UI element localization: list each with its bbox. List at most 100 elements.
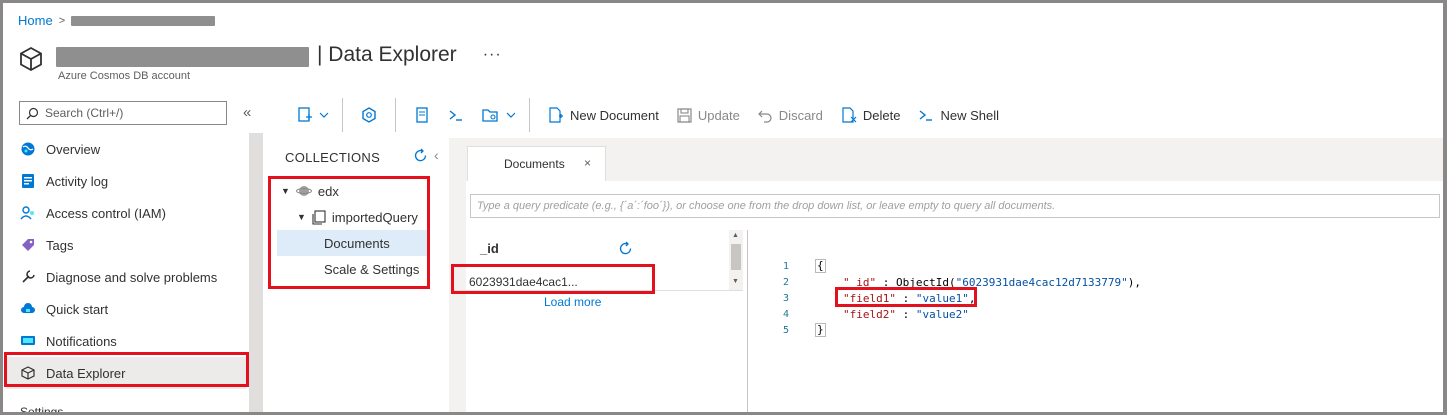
collection-label: importedQuery bbox=[331, 209, 418, 225]
database-label: edx bbox=[317, 183, 339, 199]
window-frame: Home > | Data Explorer ··· Azure Cosmos … bbox=[0, 0, 1447, 415]
settings-dropdown[interactable] bbox=[473, 100, 525, 130]
new-shell-label: New Shell bbox=[940, 107, 999, 123]
editor-splitter[interactable] bbox=[747, 230, 748, 412]
scroll-thumb[interactable] bbox=[731, 244, 741, 270]
document-row[interactable]: 6023931dae4cac1... bbox=[455, 273, 731, 291]
chevron-down-icon bbox=[506, 112, 516, 118]
code-line: 3 "field1" : "value1" , bbox=[773, 290, 1423, 306]
tag-icon bbox=[20, 237, 36, 253]
nav-search-input[interactable]: Search (Ctrl+/) bbox=[19, 101, 227, 125]
load-more-link[interactable]: Load more bbox=[544, 295, 601, 309]
toolbar-divider bbox=[342, 98, 343, 132]
code-value-field1: "value1" bbox=[915, 291, 969, 305]
breadcrumb-home-link[interactable]: Home bbox=[18, 13, 53, 28]
sidebar-item-label: Tags bbox=[46, 237, 74, 253]
new-shell-button[interactable]: New Shell bbox=[909, 100, 1008, 130]
code-close-brace: } bbox=[815, 323, 826, 337]
toolbar-divider bbox=[529, 98, 530, 132]
row-divider bbox=[451, 290, 743, 291]
nav-section-settings: Settings bbox=[20, 405, 64, 415]
collections-header: COLLECTIONS bbox=[285, 150, 381, 165]
new-container-icon bbox=[298, 107, 312, 122]
collapse-collections-button[interactable]: ‹ bbox=[434, 147, 439, 163]
sidebar-item-label: Access control (IAM) bbox=[46, 205, 166, 221]
delete-button[interactable]: Delete bbox=[832, 100, 910, 130]
notebook-icon bbox=[416, 107, 428, 123]
new-collection-dropdown[interactable] bbox=[265, 100, 338, 130]
line-number: 3 bbox=[782, 292, 789, 304]
code-separator: : bbox=[895, 307, 916, 321]
nav-scrollbar[interactable] bbox=[249, 133, 263, 412]
line-number: 2 bbox=[782, 276, 789, 288]
sidebar-item-overview[interactable]: Overview bbox=[6, 133, 246, 165]
new-document-icon bbox=[549, 106, 563, 123]
breadcrumb-redacted-account[interactable] bbox=[71, 15, 216, 26]
documents-scrollbar[interactable]: ▲ ▼ bbox=[729, 230, 743, 290]
sidebar-item-label: Data Explorer bbox=[46, 365, 126, 381]
page-header: | Data Explorer ··· bbox=[18, 43, 502, 72]
code-key-field1: "field1" bbox=[843, 291, 896, 305]
sidebar-item-access-control[interactable]: Access control (IAM) bbox=[6, 197, 246, 229]
code-line: 5 } bbox=[773, 322, 1423, 338]
tree-item-scale-settings[interactable]: Scale & Settings bbox=[277, 256, 427, 282]
hexagon-icon bbox=[362, 107, 376, 123]
more-options-button[interactable]: ··· bbox=[483, 46, 502, 64]
search-icon bbox=[26, 107, 39, 119]
wrench-icon bbox=[20, 269, 36, 285]
sidebar-item-label: Overview bbox=[46, 141, 101, 157]
line-number: 5 bbox=[782, 324, 789, 336]
sidebar-item-label: Quick start bbox=[46, 301, 109, 317]
terminal-icon bbox=[449, 110, 462, 121]
breadcrumb-separator: > bbox=[58, 14, 66, 27]
globe-icon bbox=[20, 141, 36, 157]
new-document-button[interactable]: New Document bbox=[534, 100, 668, 130]
tree-collection-importedquery[interactable]: ▼ importedQuery bbox=[277, 204, 427, 230]
new-document-label: New Document bbox=[570, 107, 659, 123]
toolbar-divider bbox=[395, 98, 396, 132]
sidebar-item-data-explorer[interactable]: Data Explorer bbox=[6, 357, 246, 389]
sidebar-item-label: Activity log bbox=[46, 173, 109, 189]
code-key-id: "_id" bbox=[843, 275, 877, 289]
chevron-down-icon bbox=[319, 112, 329, 118]
close-icon[interactable]: × bbox=[584, 156, 591, 170]
sidebar-item-diagnose[interactable]: Diagnose and solve problems bbox=[6, 261, 246, 293]
search-placeholder: Search (Ctrl+/) bbox=[45, 106, 124, 120]
code-separator: : bbox=[876, 275, 896, 289]
sidebar-item-label: Diagnose and solve problems bbox=[46, 269, 218, 285]
discard-button[interactable]: Discard bbox=[749, 100, 832, 130]
delete-label: Delete bbox=[862, 107, 901, 123]
tree-item-documents[interactable]: Documents bbox=[277, 230, 427, 256]
tree-database-edx[interactable]: ▼ edx bbox=[277, 178, 427, 204]
sidebar-item-activity-log[interactable]: Activity log bbox=[6, 165, 246, 197]
folder-settings-icon bbox=[482, 109, 498, 122]
sidebar-nav: Overview Activity log Access control (IA… bbox=[6, 133, 246, 389]
code-comma: , bbox=[968, 291, 976, 305]
caret-down-icon: ▼ bbox=[297, 212, 306, 222]
document-json-editor[interactable]: 1 { 2 "_id" : ObjectId("6023931dae4cac12… bbox=[773, 258, 1423, 338]
scroll-down-icon[interactable]: ▼ bbox=[732, 278, 739, 285]
collapse-nav-button[interactable]: « bbox=[243, 104, 251, 121]
tab-documents[interactable]: Documents × bbox=[467, 146, 606, 181]
page-title: | Data Explorer bbox=[317, 43, 457, 66]
caret-down-icon: ▼ bbox=[281, 186, 290, 196]
code-value-field2: "value2" bbox=[915, 307, 969, 321]
code-key-field2: "field2" bbox=[843, 307, 896, 321]
breadcrumb: Home > bbox=[18, 13, 216, 28]
line-number: 1 bbox=[782, 260, 789, 272]
query-filter-input[interactable]: Type a query predicate (e.g., {´a´:´foo´… bbox=[470, 194, 1440, 218]
code-line: 4 "field2" : "value2" bbox=[773, 306, 1423, 322]
undo-icon bbox=[757, 110, 772, 123]
sidebar-item-quick-start[interactable]: Quick start bbox=[6, 293, 246, 325]
open-terminal-button[interactable] bbox=[439, 100, 473, 130]
activity-log-icon bbox=[20, 173, 36, 189]
refresh-icon[interactable] bbox=[413, 148, 428, 163]
save-icon bbox=[677, 107, 692, 123]
sidebar-item-notifications[interactable]: Notifications bbox=[6, 325, 246, 357]
open-notebook-button[interactable] bbox=[400, 100, 439, 130]
scroll-up-icon[interactable]: ▲ bbox=[732, 232, 739, 239]
refresh-icon[interactable] bbox=[618, 241, 633, 256]
sidebar-item-tags[interactable]: Tags bbox=[6, 229, 246, 261]
update-button[interactable]: Update bbox=[668, 100, 749, 130]
open-query-button[interactable] bbox=[347, 100, 391, 130]
